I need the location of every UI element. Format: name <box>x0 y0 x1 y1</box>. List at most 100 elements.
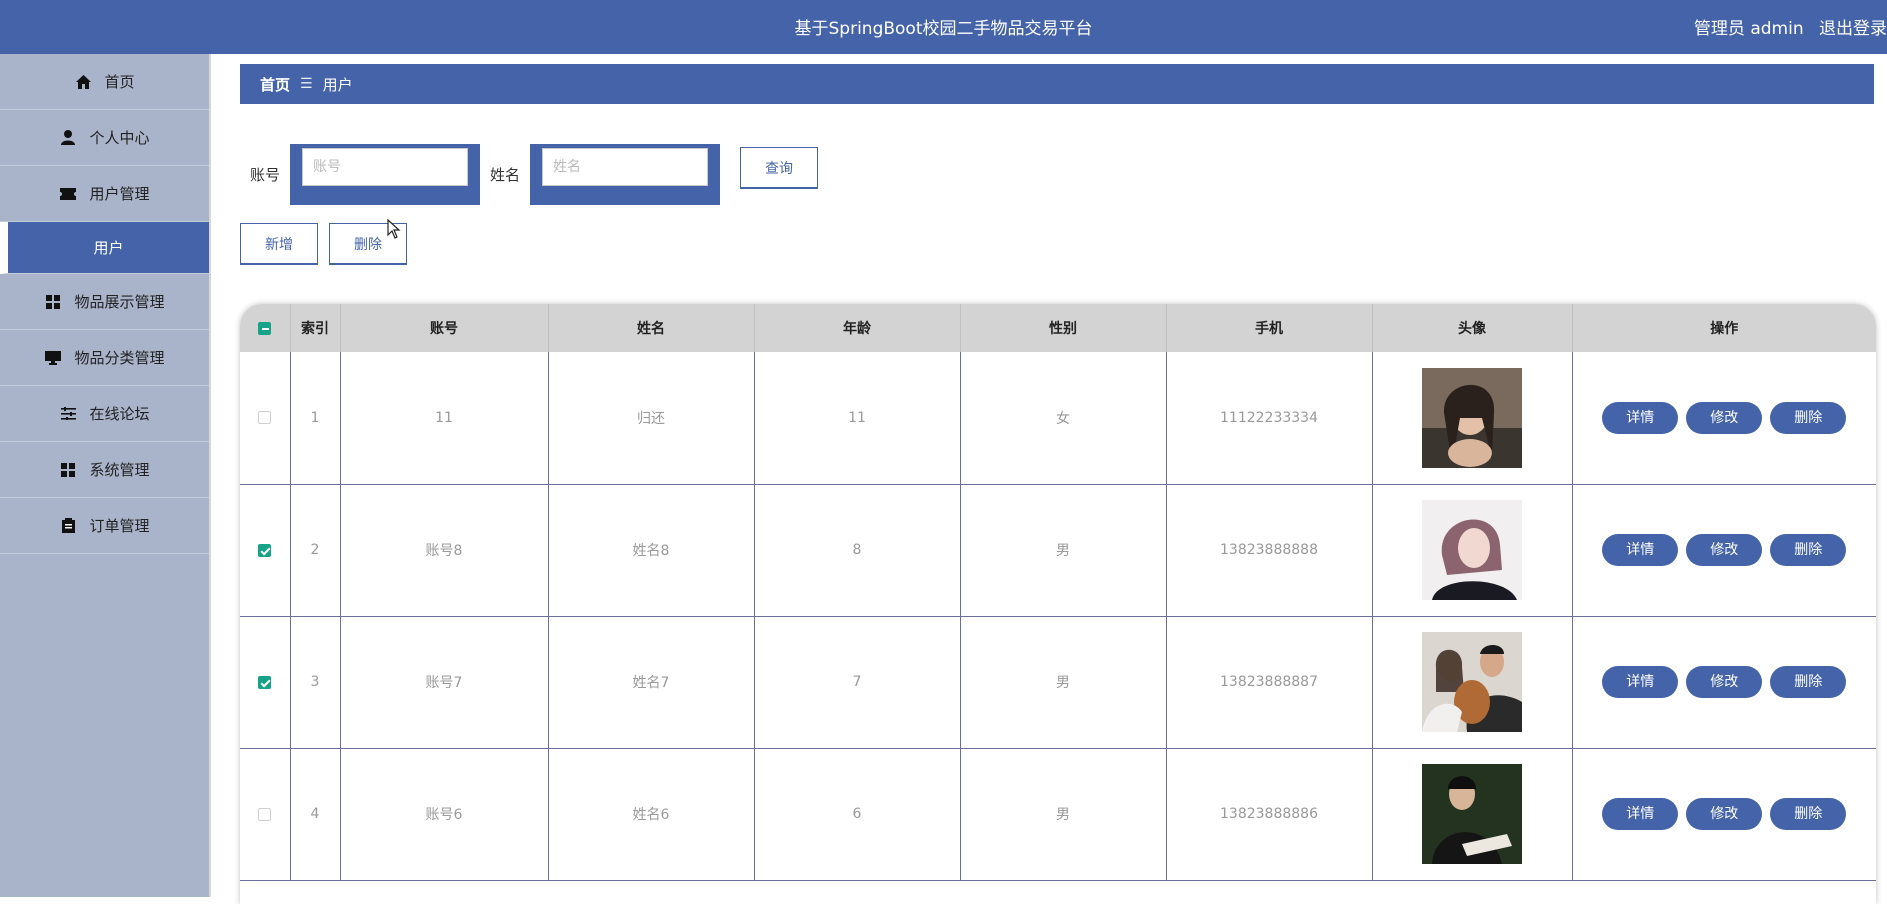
user-area: 管理员 admin 退出登录 <box>1684 14 1887 39</box>
avatar-cell <box>1372 748 1573 881</box>
account-cell: 11 <box>340 352 549 485</box>
name-label: 姓名 <box>490 166 521 184</box>
edit-button[interactable]: 修改 <box>1686 798 1763 830</box>
sidebar-item-goods-display[interactable]: 物品展示管理 <box>0 274 209 330</box>
detail-button[interactable]: 详情 <box>1602 666 1679 698</box>
operations-cell: 详情 修改 删除 <box>1572 484 1876 617</box>
delete-button[interactable]: 删除 <box>1770 534 1847 566</box>
name-cell: 归还 <box>548 352 755 485</box>
column-header: 头像 <box>1372 304 1573 352</box>
column-header: 姓名 <box>548 304 755 352</box>
operations-cell: 详情 修改 删除 <box>1572 616 1876 749</box>
column-header: 索引 <box>290 304 341 352</box>
sidebar-item-orders[interactable]: 订单管理 <box>0 498 209 554</box>
account-label: 账号 <box>250 166 281 184</box>
delete-button[interactable]: 删除 <box>1770 401 1847 434</box>
operations-cell: 详情 修改 删除 <box>1572 748 1876 881</box>
sidebar-item-label: 物品展示管理 <box>74 293 165 311</box>
avatar-cell <box>1372 616 1573 749</box>
sidebar-item-label: 系统管理 <box>89 461 150 479</box>
table-header-row: 索引 账号 姓名 年龄 性别 手机 头像 操作 <box>240 304 1876 352</box>
gender-cell: 男 <box>960 616 1167 749</box>
avatar <box>1422 632 1522 732</box>
main-content: 首页 ☰ 用户 账号 姓名 查询 新增 删除 索引 账号 <box>213 54 1887 904</box>
name-input-wrapper <box>530 144 721 205</box>
row-checkbox[interactable] <box>258 543 272 557</box>
sidebar-item-label: 个人中心 <box>89 129 150 147</box>
grid-icon <box>44 293 62 311</box>
person-icon <box>59 129 77 147</box>
admin-label: 管理员 admin <box>1693 19 1804 39</box>
avatar <box>1422 367 1522 468</box>
sidebar-item-system[interactable]: 系统管理 <box>0 442 209 498</box>
sidebar-item-label: 首页 <box>104 73 135 91</box>
phone-cell: 13823888888 <box>1166 484 1373 617</box>
detail-button[interactable]: 详情 <box>1602 798 1679 830</box>
row-checkbox[interactable] <box>258 675 272 689</box>
detail-button[interactable]: 详情 <box>1602 534 1679 566</box>
account-cell: 账号6 <box>340 748 549 881</box>
column-header: 操作 <box>1572 304 1876 352</box>
mouse-cursor-icon <box>387 219 401 239</box>
account-input[interactable] <box>302 148 469 186</box>
column-header: 手机 <box>1166 304 1373 352</box>
sidebar-item-label: 在线论坛 <box>89 405 150 423</box>
table-row: 1 11 归还 11 女 11122233334 详情 修改 删除 <box>240 352 1876 485</box>
add-button[interactable]: 新增 <box>240 223 318 265</box>
table-row: 2 账号8 姓名8 8 男 13823888888 详情 修改 删除 <box>240 484 1876 617</box>
detail-button[interactable]: 详情 <box>1602 401 1679 434</box>
sidebar-item-label: 用户管理 <box>89 185 150 203</box>
name-cell: 姓名7 <box>548 616 755 749</box>
name-cell: 姓名6 <box>548 748 755 881</box>
column-header: 账号 <box>340 304 549 352</box>
name-input[interactable] <box>542 148 709 186</box>
monitor-icon <box>44 349 62 367</box>
age-cell: 7 <box>754 616 961 749</box>
search-form: 账号 姓名 查询 <box>250 144 819 205</box>
sidebar-item-goods-category[interactable]: 物品分类管理 <box>0 330 209 386</box>
breadcrumb-separator-icon: ☰ <box>300 76 313 92</box>
home-icon <box>74 73 92 91</box>
delete-button[interactable]: 删除 <box>1770 666 1847 698</box>
grid-icon <box>59 461 77 479</box>
row-checkbox[interactable] <box>258 807 272 821</box>
select-all-cell <box>240 304 291 352</box>
index-cell: 2 <box>290 484 341 617</box>
index-cell: 4 <box>290 748 341 881</box>
row-checkbox[interactable] <box>258 411 272 425</box>
avatar-cell <box>1372 352 1573 485</box>
select-all-checkbox[interactable] <box>258 321 272 335</box>
query-button[interactable]: 查询 <box>740 147 819 189</box>
age-cell: 6 <box>754 748 961 881</box>
table-row: 4 账号6 姓名6 6 男 13823888886 详情 修改 删除 <box>240 748 1876 881</box>
sidebar-item-users[interactable]: 用户 <box>0 222 209 274</box>
sidebar-item-label: 物品分类管理 <box>74 349 165 367</box>
edit-button[interactable]: 修改 <box>1686 401 1763 434</box>
sidebar-item-profile[interactable]: 个人中心 <box>0 110 209 166</box>
app-title: 基于SpringBoot校园二手物品交易平台 <box>794 19 1093 39</box>
phone-cell: 11122233334 <box>1166 352 1373 485</box>
gender-cell: 男 <box>960 484 1167 617</box>
user-table: 索引 账号 姓名 年龄 性别 手机 头像 操作 1 11 归还 11 女 111… <box>240 304 1876 904</box>
phone-cell: 13823888886 <box>1166 748 1373 881</box>
logout-link[interactable]: 退出登录 <box>1819 19 1887 39</box>
edit-button[interactable]: 修改 <box>1686 666 1763 698</box>
account-cell: 账号7 <box>340 616 549 749</box>
sidebar-item-user-management[interactable]: 用户管理 <box>0 166 209 222</box>
column-header: 性别 <box>960 304 1167 352</box>
avatar-cell <box>1372 484 1573 617</box>
name-cell: 姓名8 <box>548 484 755 617</box>
age-cell: 11 <box>754 352 961 485</box>
breadcrumb-home[interactable]: 首页 <box>260 74 290 95</box>
sidebar-item-home[interactable]: 首页 <box>0 54 209 110</box>
delete-button[interactable]: 删除 <box>1770 798 1847 830</box>
sidebar-item-forum[interactable]: 在线论坛 <box>0 386 209 442</box>
index-cell: 3 <box>290 616 341 749</box>
sidebar-item-label: 用户 <box>93 239 124 257</box>
clipboard-icon <box>59 517 77 535</box>
ticket-icon <box>59 185 77 203</box>
edit-button[interactable]: 修改 <box>1686 534 1763 566</box>
account-input-wrapper <box>290 144 481 205</box>
index-cell: 1 <box>290 352 341 485</box>
account-cell: 账号8 <box>340 484 549 617</box>
